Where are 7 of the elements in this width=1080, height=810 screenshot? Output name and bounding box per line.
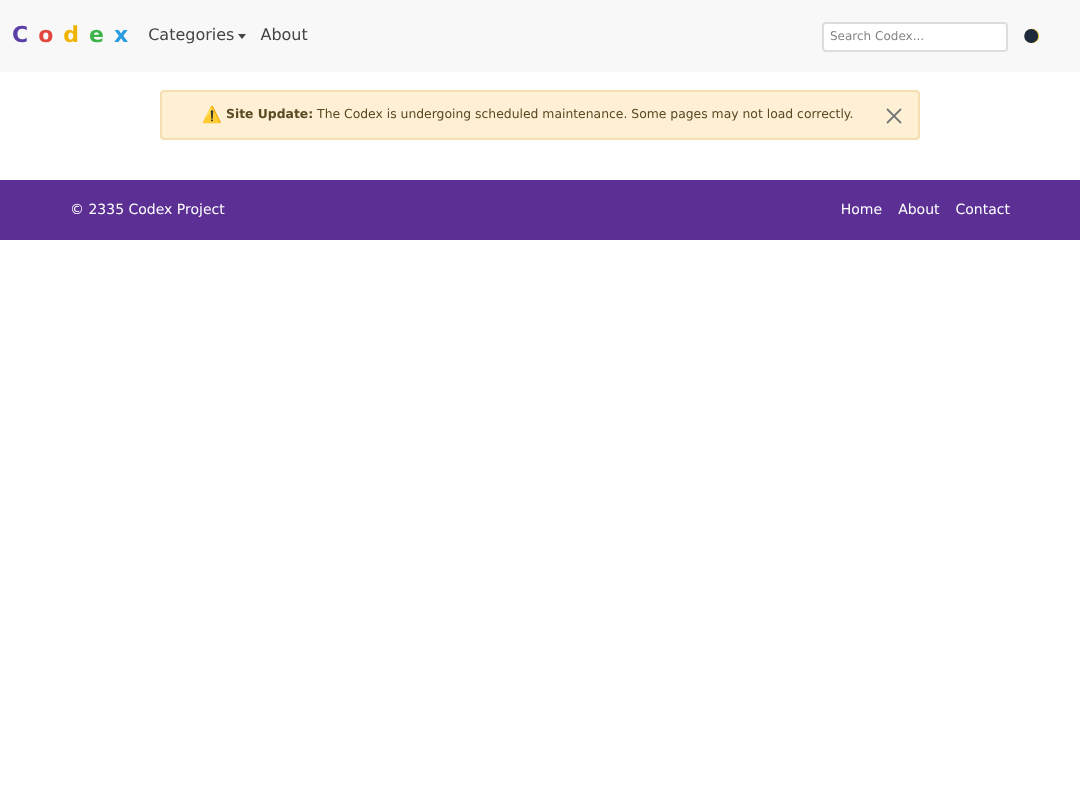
dropdown-menu-link[interactable]: Categories bbox=[148, 24, 247, 48]
theme-toggle-icon[interactable] bbox=[1024, 28, 1040, 44]
caret-icon bbox=[238, 33, 247, 39]
nav-link[interactable]: About bbox=[260, 24, 308, 48]
logo[interactable]: C o d e x bbox=[12, 19, 129, 53]
close-icon[interactable] bbox=[886, 107, 902, 123]
warning-icon: ⚠ bbox=[202, 103, 222, 127]
